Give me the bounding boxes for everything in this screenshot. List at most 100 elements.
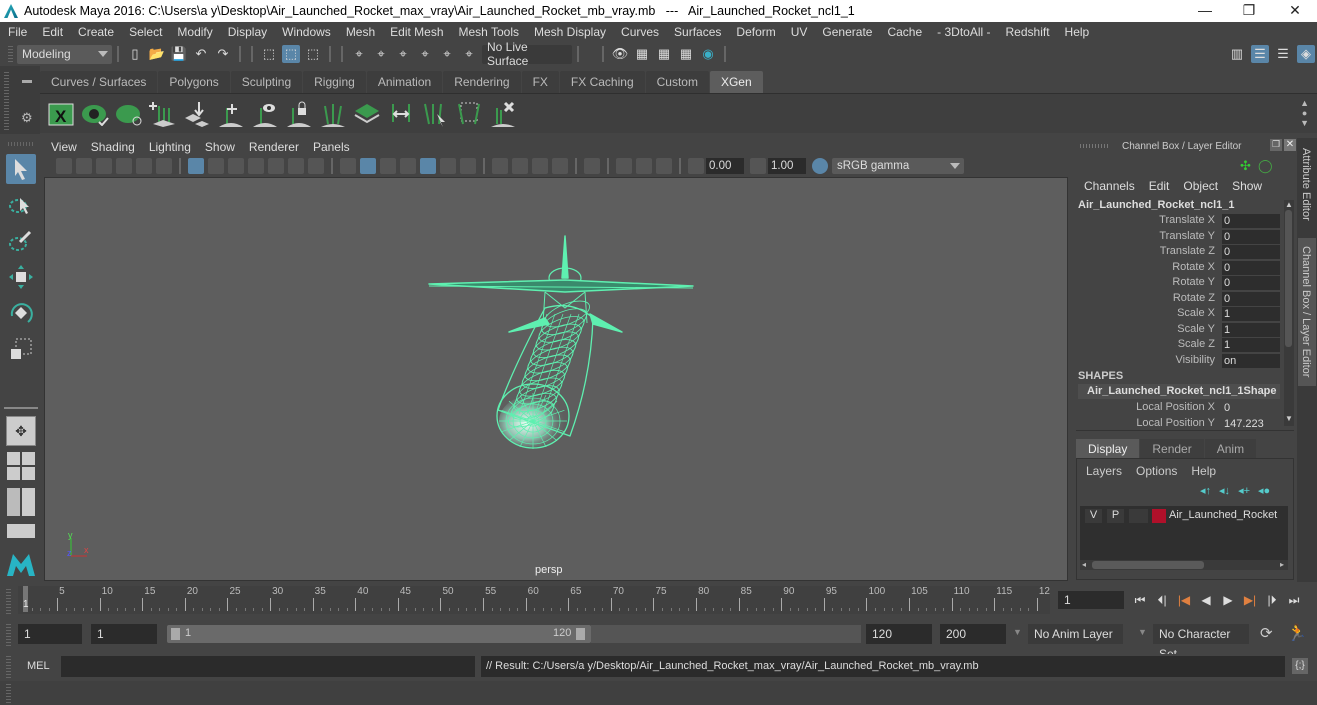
channel-box-toggle-icon[interactable]: ◈	[1297, 45, 1315, 63]
film-gate-icon[interactable]	[208, 158, 224, 174]
anti-aliasing-icon[interactable]	[532, 158, 548, 174]
shelf-tab-animation[interactable]: Animation	[366, 71, 443, 93]
channel-value[interactable]: 1	[1222, 338, 1280, 352]
four-view-layout-icon[interactable]	[7, 452, 35, 480]
channel-value[interactable]: 1	[1222, 322, 1280, 337]
shelf-tab-curves-surfaces[interactable]: Curves / Surfaces	[40, 71, 158, 93]
new-layer-icon[interactable]: ◂+	[1238, 484, 1250, 497]
animation-start-field[interactable]: 1	[18, 624, 82, 644]
new-layer-from-selected-icon[interactable]: ◂●	[1258, 484, 1270, 497]
motion-blur-icon[interactable]	[512, 158, 528, 174]
exposure-icon[interactable]	[688, 158, 704, 174]
close-button[interactable]: ✕	[1273, 0, 1317, 22]
redo-icon[interactable]: ↷	[214, 45, 232, 63]
shelf-tab-rigging[interactable]: Rigging	[303, 71, 366, 93]
add-guides-icon[interactable]	[216, 99, 246, 129]
channel-label[interactable]: Scale X	[1177, 307, 1215, 319]
wireframe-icon[interactable]	[340, 158, 356, 174]
snap-grid-icon[interactable]: ⌖	[350, 45, 368, 63]
shelf-tab-sculpting[interactable]: Sculpting	[230, 71, 303, 93]
select-tool-icon[interactable]	[6, 154, 36, 184]
viewport-menu-panels[interactable]: Panels	[306, 140, 357, 154]
render-current-frame-icon[interactable]: ▦	[633, 45, 651, 63]
persp-graph-layout-icon[interactable]	[7, 524, 35, 538]
range-slider[interactable]: 1 120	[167, 625, 591, 643]
shelf-scroll[interactable]: ▲ ● ▼	[1300, 98, 1309, 128]
side-tab-channel-box[interactable]: Channel Box / Layer Editor	[1300, 246, 1312, 377]
layer-menu-options[interactable]: Options	[1136, 464, 1177, 478]
shadows-icon[interactable]	[460, 158, 476, 174]
hypershade-icon[interactable]: ◉	[699, 45, 717, 63]
xray-icon[interactable]	[616, 158, 632, 174]
save-scene-icon[interactable]: 💾	[170, 45, 188, 63]
channel-row[interactable]: Translate Z 0	[1072, 245, 1297, 260]
menu-select[interactable]: Select	[121, 25, 169, 39]
layer-color-swatch[interactable]	[1152, 509, 1166, 523]
channel-label[interactable]: Translate X	[1159, 214, 1215, 226]
step-forward-key-icon[interactable]: ▶|	[1242, 592, 1258, 608]
side-tab-attribute-editor[interactable]: Attribute Editor	[1300, 148, 1312, 221]
lock-guides-icon[interactable]	[284, 99, 314, 129]
gamma-icon[interactable]	[750, 158, 766, 174]
menu-surfaces[interactable]: Surfaces	[666, 25, 728, 39]
channel-menu-show[interactable]: Show	[1232, 179, 1262, 193]
gate-mask-icon[interactable]	[248, 158, 264, 174]
select-object-icon[interactable]: ⬚	[282, 45, 300, 63]
channel-value[interactable]: 0	[1222, 401, 1280, 415]
new-scene-icon[interactable]: ▯	[126, 45, 144, 63]
snap-point-icon[interactable]: ⌖	[394, 45, 412, 63]
menu-generate[interactable]: Generate	[814, 25, 879, 39]
current-frame-field[interactable]: 1	[1058, 591, 1124, 609]
channel-value[interactable]: 0	[1222, 229, 1280, 244]
anim-layer-dropdown[interactable]: No Anim Layer	[1028, 624, 1123, 644]
select-component-icon[interactable]: ⬚	[304, 45, 322, 63]
lasso-tool-icon[interactable]	[6, 190, 36, 220]
modeling-toolkit-icon[interactable]: ▥	[1228, 45, 1246, 63]
play-backwards-icon[interactable]: ◀	[1198, 592, 1214, 608]
channel-value[interactable]: 0	[1222, 214, 1280, 228]
layer-list-h-scrollbar[interactable]: ◂ ▸	[1080, 560, 1288, 570]
animation-end-field[interactable]: 200	[940, 624, 1006, 644]
render-view-icon[interactable]: 👁	[611, 45, 629, 63]
safe-action-icon[interactable]	[288, 158, 304, 174]
step-back-frame-icon[interactable]: ⏴|	[1154, 592, 1170, 608]
layer-display-type-toggle[interactable]	[1129, 509, 1148, 523]
render-settings-icon[interactable]: ▦	[677, 45, 695, 63]
use-all-lights-icon[interactable]	[440, 158, 456, 174]
menu-windows[interactable]: Windows	[274, 25, 338, 39]
menu-redshift[interactable]: Redshift	[998, 25, 1057, 39]
flip-guides-icon[interactable]	[386, 99, 416, 129]
hide-primitives-icon[interactable]	[114, 99, 144, 129]
mirror-guides-icon[interactable]	[318, 99, 348, 129]
isolate-select-icon[interactable]	[584, 158, 600, 174]
step-back-key-icon[interactable]: |◀	[1176, 592, 1192, 608]
smooth-shade-icon[interactable]	[360, 158, 376, 174]
shelf-tab-xgen[interactable]: XGen	[709, 71, 763, 93]
sculpt-guides-icon[interactable]	[182, 99, 212, 129]
xray-joints-icon[interactable]	[656, 158, 672, 174]
snap-view-plane-icon[interactable]: ⌖	[438, 45, 456, 63]
range-slider-start-handle[interactable]	[171, 628, 180, 640]
menu-help[interactable]: Help	[1057, 25, 1097, 39]
script-editor-icon[interactable]: {;}	[1292, 658, 1308, 674]
create-patch-icon[interactable]	[352, 99, 382, 129]
playback-end-field[interactable]: 120	[866, 624, 932, 644]
menu-mesh-tools[interactable]: Mesh Tools	[451, 25, 526, 39]
object-name[interactable]: Air_Launched_Rocket_ncl1_1	[1078, 199, 1235, 211]
manipulator-icon[interactable]: ✣	[1240, 158, 1251, 174]
channel-row[interactable]: Scale X 1	[1072, 307, 1297, 322]
animation-preferences-icon[interactable]: 🏃	[1287, 623, 1307, 643]
snap-projected-center-icon[interactable]: ⌖	[416, 45, 434, 63]
shelf-menu-icon[interactable]	[22, 80, 32, 83]
menu-mesh-display[interactable]: Mesh Display	[526, 25, 613, 39]
xgen-editor-icon[interactable]: X	[46, 99, 76, 129]
2d-pan-zoom-icon[interactable]	[136, 158, 152, 174]
menu-create[interactable]: Create	[70, 25, 121, 39]
undo-icon[interactable]: ↶	[192, 45, 210, 63]
layer-name[interactable]: Air_Launched_Rocket	[1169, 509, 1277, 521]
shelf-tab-custom[interactable]: Custom	[645, 71, 709, 93]
menu-display[interactable]: Display	[220, 25, 274, 39]
grease-pencil-icon[interactable]	[156, 158, 172, 174]
depth-of-field-icon[interactable]	[552, 158, 568, 174]
shelf-tab-fx-caching[interactable]: FX Caching	[559, 71, 645, 93]
